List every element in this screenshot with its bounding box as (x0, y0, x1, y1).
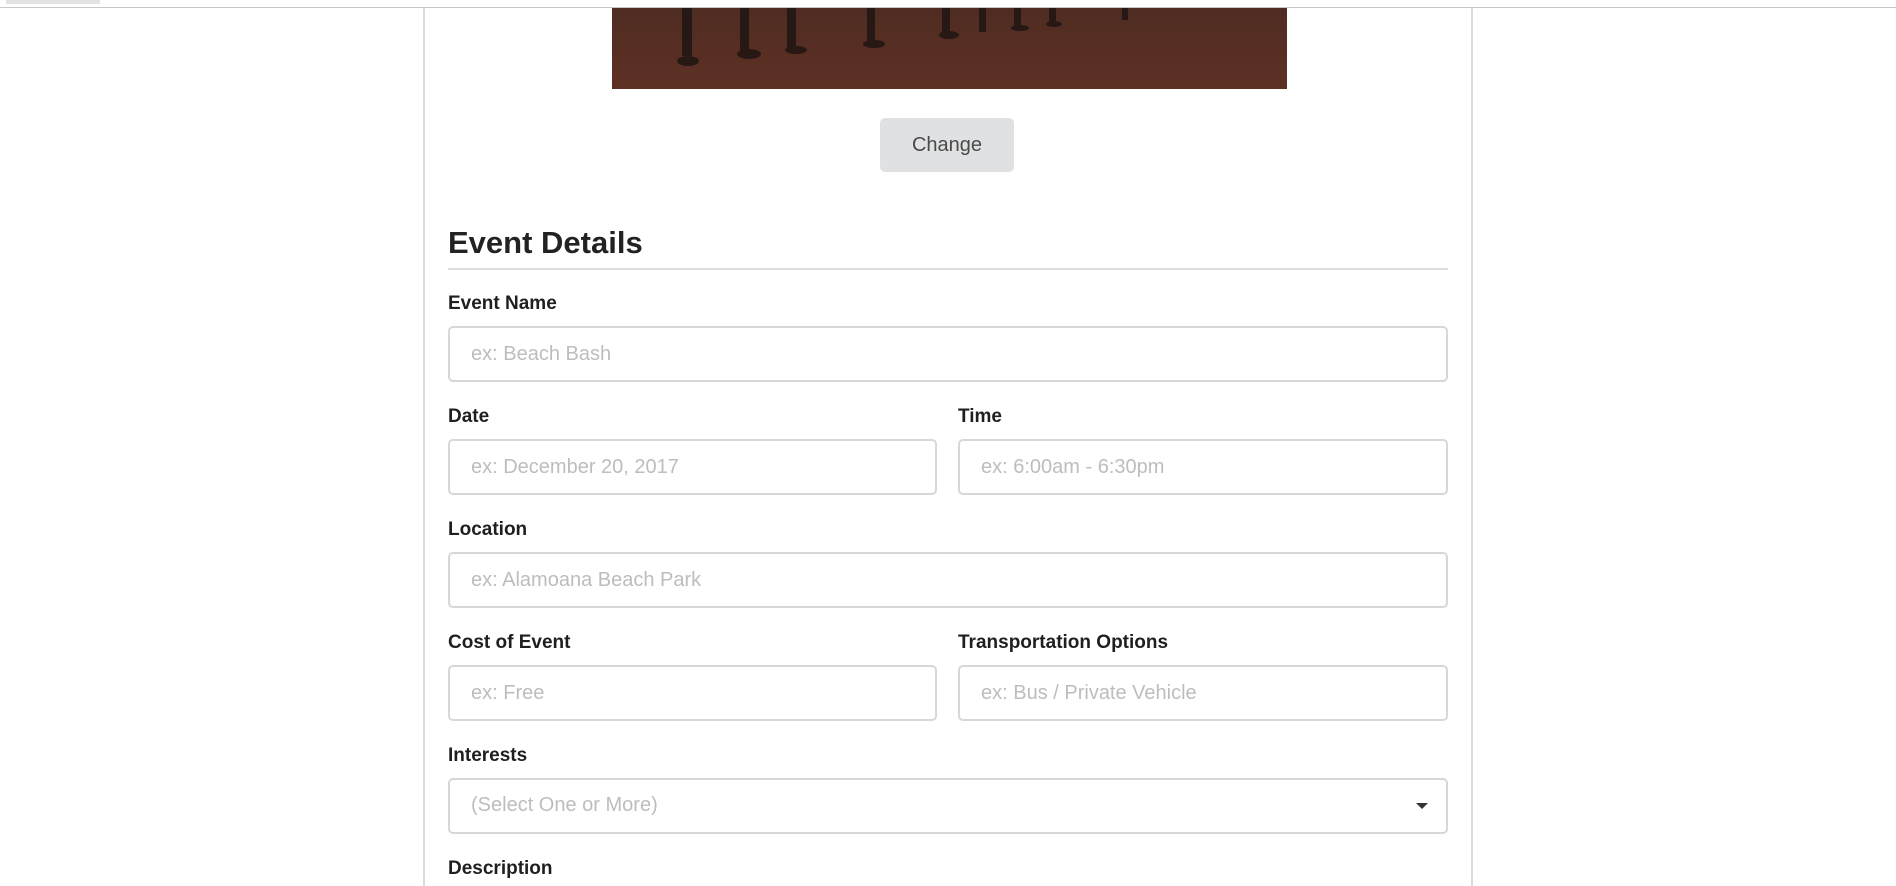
time-input[interactable] (958, 439, 1448, 495)
date-label: Date (448, 406, 490, 427)
browser-top-bar (0, 0, 1896, 8)
cost-label: Cost of Event (448, 632, 571, 653)
event-form-card: Change Event Details Event Name Date Tim… (423, 8, 1473, 886)
cost-input[interactable] (448, 665, 937, 721)
transportation-label: Transportation Options (958, 632, 1169, 653)
event-name-label: Event Name (448, 293, 557, 314)
browser-tab[interactable] (6, 0, 100, 4)
date-input[interactable] (448, 439, 937, 495)
event-name-input[interactable] (448, 326, 1448, 382)
time-label: Time (958, 406, 1003, 427)
transportation-input[interactable] (958, 665, 1448, 721)
section-divider (448, 268, 1448, 270)
section-title: Event Details (448, 225, 643, 260)
description-label: Description (448, 858, 553, 879)
event-cover-image (612, 8, 1287, 89)
interests-label: Interests (448, 745, 528, 766)
chevron-down-icon[interactable] (1416, 803, 1428, 809)
location-label: Location (448, 519, 528, 540)
interests-select[interactable]: (Select One or More) (448, 778, 1448, 834)
change-image-button[interactable]: Change (880, 118, 1014, 172)
interests-placeholder: (Select One or More) (471, 794, 658, 816)
location-input[interactable] (448, 552, 1448, 608)
beach-silhouette-image (612, 8, 1287, 89)
